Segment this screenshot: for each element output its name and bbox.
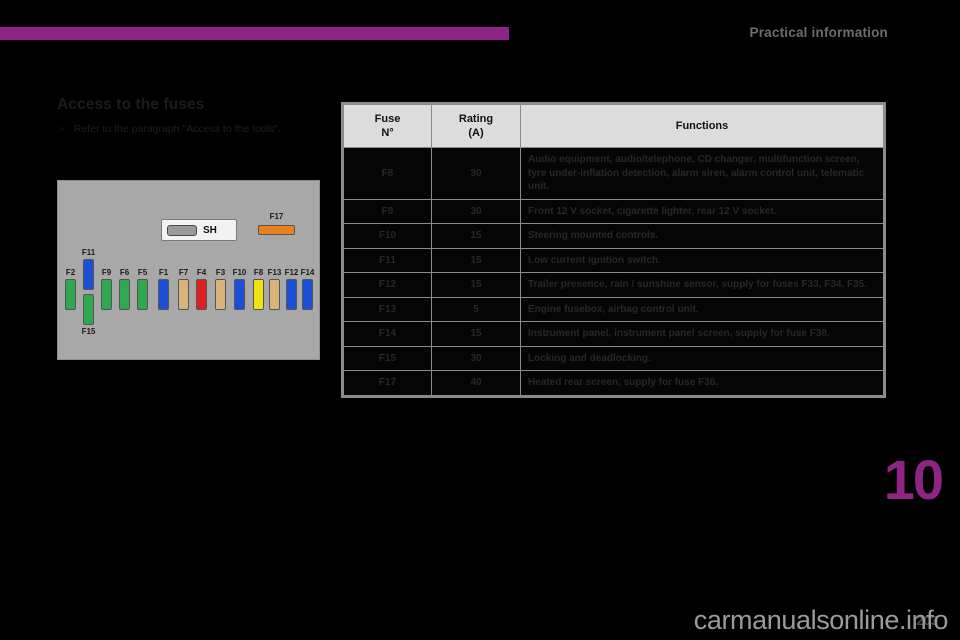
cell-functions: Steering mounted controls.: [520, 223, 884, 249]
table-row: F11 15 Low current ignition switch.: [343, 247, 884, 273]
fuse-f2: [65, 279, 76, 310]
fuse-f15: [83, 294, 94, 325]
cell-fuse-number: F15: [343, 345, 432, 371]
shunt-module: SH: [161, 219, 237, 241]
cell-functions: Front 12 V socket, cigarette lighter, re…: [520, 198, 884, 224]
fuse-f14: [302, 279, 313, 310]
fuse-label-f11: F11: [81, 248, 96, 257]
fuse-table-body: F8 30 Audio equipment, audio/telephone, CD…: [343, 147, 884, 396]
table-row: F13 5 Engine fusebox, airbag control unit.: [343, 296, 884, 322]
column-header-fuse-line2: N°: [381, 127, 394, 139]
table-row: F15 30 Locking and deadlocking.: [343, 345, 884, 371]
cell-fuse-number: F12: [343, 272, 432, 298]
cell-fuse-number: F10: [343, 223, 432, 249]
cell-fuse-number: F13: [343, 296, 432, 322]
fuse-label-f17: F17: [269, 212, 284, 221]
table-row: F14 15 Instrument panel, instrument panel …: [343, 321, 884, 347]
cell-functions: Locking and deadlocking.: [520, 345, 884, 371]
access-to-fuses-section: Access to the fuses ☞ Refer to the parag…: [57, 96, 322, 136]
section-bullet-item: ☞ Refer to the paragraph "Access to the …: [57, 122, 322, 136]
section-title: Access to the fuses: [57, 96, 205, 113]
cell-fuse-number: F14: [343, 321, 432, 347]
fuse-f6: [119, 279, 130, 310]
fuse-f12: [286, 279, 297, 310]
table-row: F9 30 Front 12 V socket, cigarette lighter…: [343, 198, 884, 224]
table-row: F10 15 Steering mounted controls.: [343, 223, 884, 249]
table-row: F8 30 Audio equipment, audio/telephone, CD…: [343, 147, 884, 200]
cell-rating: 15: [431, 321, 521, 347]
shunt-bar-icon: [167, 224, 197, 236]
column-header-rating: Rating (A): [431, 104, 521, 148]
fuse-f13: [269, 279, 280, 310]
cell-rating: 30: [431, 198, 521, 224]
fuse-label-f14: F14: [300, 268, 315, 277]
cell-rating: 15: [431, 272, 521, 298]
pointing-hand-icon: ☞: [57, 124, 67, 136]
cell-rating: 30: [431, 345, 521, 371]
fuse-table-header: Fuse N° Rating (A) Functions: [343, 104, 884, 148]
fuse-table-container: Fuse N° Rating (A) Functions F8 30 Audio e…: [341, 102, 886, 398]
cell-functions: Trailer presence, rain / sunshine sensor…: [520, 272, 884, 298]
fuse-f8: [253, 279, 264, 310]
section-bullet-text: Refer to the paragraph "Access to the to…: [73, 123, 281, 135]
fuse-f1: [158, 279, 169, 310]
table-row: F17 40 Heated rear screen, supply for fuse…: [343, 370, 884, 396]
cell-functions: Audio equipment, audio/telephone, CD cha…: [520, 147, 884, 200]
fuse-label-f5: F5: [137, 268, 148, 277]
cell-rating: 15: [431, 247, 521, 273]
cell-rating: 30: [431, 147, 521, 200]
fuse-label-f15: F15: [81, 327, 96, 336]
cell-functions: Instrument panel, instrument panel scree…: [520, 321, 884, 347]
cell-fuse-number: F9: [343, 198, 432, 224]
column-header-fuse-number: Fuse N°: [343, 104, 432, 148]
cell-fuse-number: F17: [343, 370, 432, 396]
cell-rating: 40: [431, 370, 521, 396]
shunt-label: SH: [203, 224, 217, 236]
fuse-f7: [178, 279, 189, 310]
cell-functions: Engine fusebox, airbag control unit.: [520, 296, 884, 322]
cell-functions: Heated rear screen, supply for fuse F36.: [520, 370, 884, 396]
fuse-f4: [196, 279, 207, 310]
cell-functions: Low current ignition switch.: [520, 247, 884, 273]
header-accent-bar: [0, 27, 509, 40]
site-watermark: carmanualsonline.info: [693, 605, 949, 635]
column-header-functions: Functions: [520, 104, 884, 148]
column-header-rating-line1: Rating: [458, 113, 494, 125]
cell-rating: 5: [431, 296, 521, 322]
fuse-f11: [83, 259, 94, 290]
table-row: F12 15 Trailer presence, rain / sunshine s…: [343, 272, 884, 298]
fuse-f5: [137, 279, 148, 310]
fuse-f3: [215, 279, 226, 310]
fuse-f17: [258, 225, 295, 235]
cell-fuse-number: F11: [343, 247, 432, 273]
fuse-table: Fuse N° Rating (A) Functions F8 30 Audio e…: [343, 104, 884, 396]
cell-rating: 15: [431, 223, 521, 249]
table-header-row: Fuse N° Rating (A) Functions: [343, 104, 884, 148]
fuse-f10: [234, 279, 245, 310]
fuse-f9: [101, 279, 112, 310]
fuse-label-f2: F2: [65, 268, 76, 277]
chapter-number: 10: [883, 448, 944, 511]
column-header-fuse-line1: Fuse: [374, 113, 401, 125]
column-header-rating-line2: (A): [468, 127, 484, 139]
fusebox-diagram: SH F17 F2 F11 F15 F9 F6 F5 F1 F7 F4 F3 F10 F8 F13 F12…: [57, 180, 320, 360]
running-header-title: Practical information: [749, 25, 888, 40]
cell-fuse-number: F8: [343, 147, 432, 200]
